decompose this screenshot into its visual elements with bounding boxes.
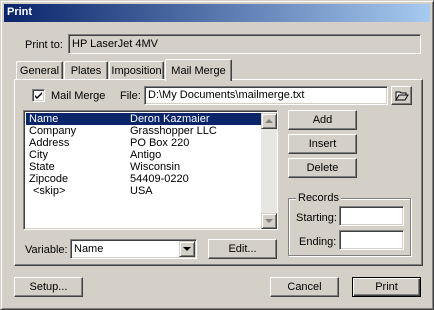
cancel-button[interactable]: Cancel <box>270 277 339 297</box>
print-button[interactable]: Print <box>352 277 421 297</box>
tab-general-label: General <box>19 65 60 77</box>
list-item[interactable]: <skip> USA <box>26 185 261 197</box>
field-value: Grasshopper LLC <box>130 125 217 137</box>
list-item[interactable]: Zipcode 54409-0220 <box>26 173 261 185</box>
edit-button[interactable]: Edit... <box>208 239 277 259</box>
list-item[interactable]: State Wisconsin <box>26 161 261 173</box>
insert-button[interactable]: Insert <box>288 134 357 154</box>
delete-button-label: Delete <box>306 162 339 174</box>
setup-button-label: Setup... <box>29 281 68 293</box>
starting-label: Starting: <box>296 212 337 224</box>
title-bar[interactable]: Print <box>4 4 430 22</box>
merge-field-list[interactable]: Name Deron Kazmaier Company Grasshopper … <box>23 110 278 230</box>
scroll-down-button[interactable] <box>261 213 277 229</box>
print-to-label: Print to: <box>25 39 63 51</box>
list-viewport: Name Deron Kazmaier Company Grasshopper … <box>26 113 261 229</box>
setup-button[interactable]: Setup... <box>14 277 83 297</box>
starting-input[interactable] <box>339 206 404 226</box>
chevron-up-icon <box>265 119 273 123</box>
variable-dropdown-button[interactable] <box>179 241 195 257</box>
field-value: Antigo <box>130 149 162 161</box>
tab-mail-merge[interactable]: Mail Merge <box>165 59 232 81</box>
scroll-up-button[interactable] <box>261 113 277 129</box>
delete-button[interactable]: Delete <box>288 158 357 178</box>
tab-imposition-label: Imposition <box>111 65 162 77</box>
field-name: Address <box>29 137 70 149</box>
list-item[interactable]: City Antigo <box>26 149 261 161</box>
records-group-label: Records <box>296 192 341 204</box>
variable-label: Variable: <box>25 244 68 256</box>
mail-merge-checkbox[interactable] <box>32 89 45 102</box>
mail-merge-checkbox-label: Mail Merge <box>51 90 106 102</box>
list-item[interactable]: Address PO Box 220 <box>26 137 261 149</box>
browse-button[interactable] <box>391 86 412 105</box>
tab-mail-merge-label: Mail Merge <box>171 64 226 77</box>
cancel-button-label: Cancel <box>287 281 322 293</box>
print-button-label: Print <box>375 281 398 293</box>
edit-button-label: Edit... <box>228 243 257 255</box>
file-label: File: <box>120 90 141 102</box>
field-value: USA <box>130 185 153 197</box>
print-dialog: Print Print to: HP LaserJet 4MV General … <box>0 0 434 310</box>
field-value: 54409-0220 <box>130 173 189 185</box>
field-name: Name <box>29 113 59 125</box>
tab-general[interactable]: General <box>16 61 63 80</box>
field-name: City <box>29 149 48 161</box>
insert-button-label: Insert <box>308 138 337 150</box>
variable-value: Name <box>74 243 104 255</box>
list-item[interactable]: Name Deron Kazmaier <box>26 113 261 125</box>
field-name: Zipcode <box>29 173 69 185</box>
chevron-down-icon <box>183 247 191 251</box>
window-title: Print <box>7 6 33 18</box>
tab-plates[interactable]: Plates <box>64 61 108 80</box>
add-button-label: Add <box>312 114 333 126</box>
ending-label: Ending: <box>299 236 337 248</box>
list-scrollbar[interactable] <box>261 113 277 229</box>
tab-imposition[interactable]: Imposition <box>109 61 164 80</box>
file-path-input[interactable]: D:\My Documents\mailmerge.txt <box>144 86 388 105</box>
field-value: Deron Kazmaier <box>130 113 210 125</box>
tab-plates-label: Plates <box>70 65 102 77</box>
field-value: Wisconsin <box>130 161 181 173</box>
field-value: PO Box 220 <box>130 137 190 149</box>
field-name: <skip> <box>33 185 66 197</box>
list-item[interactable]: Company Grasshopper LLC <box>26 125 261 137</box>
ending-input[interactable] <box>339 230 404 250</box>
file-path-value: D:\My Documents\mailmerge.txt <box>148 89 305 101</box>
field-name: State <box>29 161 55 173</box>
checkmark-icon <box>35 92 42 99</box>
printer-name: HP LaserJet 4MV <box>72 38 159 50</box>
variable-select[interactable]: Name <box>70 239 197 259</box>
add-button[interactable]: Add <box>288 110 357 130</box>
chevron-down-icon <box>265 219 273 223</box>
field-name: Company <box>29 125 77 137</box>
printer-field: HP LaserJet 4MV <box>68 34 421 54</box>
folder-open-icon <box>394 91 409 101</box>
